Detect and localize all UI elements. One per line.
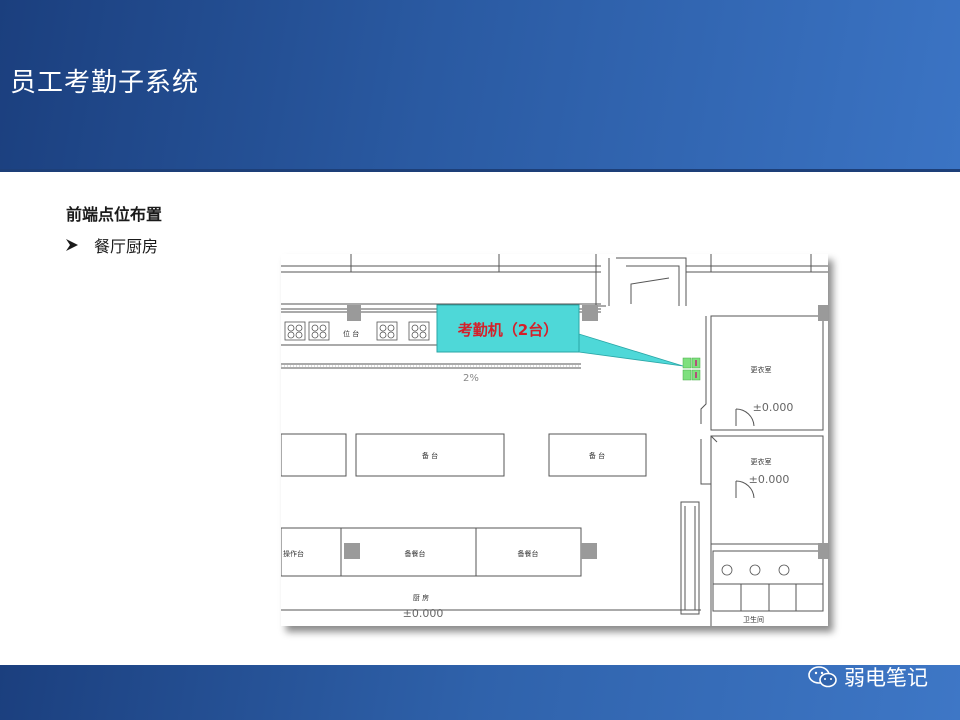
- room-lower-label: 更衣室: [751, 457, 772, 466]
- room-upper-label: 更衣室: [751, 365, 772, 374]
- room-upper-elevation: ±0.000: [753, 401, 794, 414]
- prep-label-2: 备餐台: [518, 549, 539, 558]
- bottom-corner-label: 卫生间: [743, 615, 764, 624]
- bullet-item: 餐厅厨房: [64, 233, 158, 257]
- room-lower-elevation: ±0.000: [749, 473, 790, 486]
- kitchen-label: 厨 房: [413, 593, 429, 602]
- callout-label: 考勤机（2台）: [458, 321, 558, 339]
- watermark-text: 弱电笔记: [844, 666, 928, 690]
- counter-right-label: 备 台: [589, 451, 605, 460]
- attendance-device-marker: [682, 357, 701, 381]
- watermark: 弱电笔记: [808, 663, 928, 691]
- arrow-bullet-icon: [66, 239, 78, 251]
- wechat-icon: [808, 666, 837, 688]
- kitchen-elevation: ±0.000: [403, 607, 444, 620]
- prep-left-label: 操作台: [283, 549, 304, 558]
- page-title: 员工考勤子系统: [10, 68, 200, 98]
- serving-counter-label: 备 台: [422, 451, 438, 460]
- counter-label: 位 台: [343, 329, 359, 338]
- bullet-text: 餐厅厨房: [94, 237, 159, 256]
- level-mark: 2%: [463, 373, 479, 384]
- section-title: 前端点位布置: [66, 205, 163, 224]
- floor-plan: 考勤机（2台） 位 台 2% 备 台 备 台 操作台 备餐台 备餐台 厨 房 更…: [281, 254, 828, 626]
- floor-plan-drawing: 考勤机（2台） 位 台 2% 备 台 备 台 操作台 备餐台 备餐台 厨 房 更…: [281, 254, 828, 626]
- callout-pointer: [578, 333, 684, 367]
- prep-label-1: 备餐台: [405, 549, 426, 558]
- header-banner: 员工考勤子系统: [0, 0, 960, 172]
